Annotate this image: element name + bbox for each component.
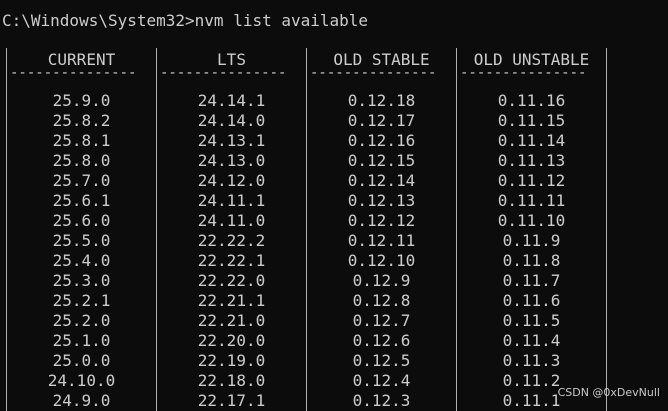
version-cell: 25.1.0 bbox=[52, 331, 111, 350]
version-cell: 0.12.14 bbox=[347, 171, 416, 190]
available-versions-table: CURRENT --------------- 25.9.0 25.8.2 25.8… bbox=[0, 48, 610, 411]
version-cell: 25.3.0 bbox=[52, 271, 111, 290]
version-cell: 0.11.6 bbox=[502, 291, 561, 310]
version-cell: 24.13.0 bbox=[197, 151, 266, 170]
version-cell: 0.11.16 bbox=[497, 91, 566, 110]
version-cell: 0.11.11 bbox=[497, 191, 566, 210]
version-cell: 24.11.0 bbox=[197, 211, 266, 230]
version-cell: 0.12.7 bbox=[352, 311, 411, 330]
version-cell: 0.12.17 bbox=[347, 111, 416, 130]
version-cell: 0.12.8 bbox=[352, 291, 411, 310]
column-header-separator: --------------- bbox=[10, 65, 137, 81]
version-cell: 25.2.0 bbox=[52, 311, 111, 330]
version-cell: 0.11.4 bbox=[502, 331, 561, 350]
version-cell: 25.6.1 bbox=[52, 191, 111, 210]
version-cell: 0.11.3 bbox=[502, 351, 561, 370]
version-cell: 0.12.13 bbox=[347, 191, 416, 210]
version-cell: 25.8.2 bbox=[52, 111, 111, 130]
version-cell: 22.18.0 bbox=[197, 371, 266, 390]
version-cell: 25.0.0 bbox=[52, 351, 111, 370]
version-cell: 0.11.10 bbox=[497, 211, 566, 230]
version-cell: 0.11.8 bbox=[502, 251, 561, 270]
version-cell: 0.12.11 bbox=[347, 231, 416, 250]
version-cell: 22.21.0 bbox=[197, 311, 266, 330]
column-old-unstable: OLD UNSTABLE --------------- 0.11.16 0.11… bbox=[457, 48, 606, 411]
version-cell: 0.12.6 bbox=[352, 331, 411, 350]
version-cell: 25.5.0 bbox=[52, 231, 111, 250]
version-cell: 0.11.9 bbox=[502, 231, 561, 250]
terminal-window[interactable]: C:\Windows\System32>nvm list available C… bbox=[0, 0, 668, 411]
version-cell: 0.12.10 bbox=[347, 251, 416, 270]
version-cell: 0.12.9 bbox=[352, 271, 411, 290]
column-old-stable: OLD STABLE --------------- 0.12.18 0.12.1… bbox=[307, 48, 456, 411]
version-cell: 0.11.5 bbox=[502, 311, 561, 330]
command-prompt-line: C:\Windows\System32>nvm list available bbox=[2, 11, 369, 30]
version-cell: 25.7.0 bbox=[52, 171, 111, 190]
version-cell: 22.17.1 bbox=[197, 391, 266, 410]
version-cell: 22.21.1 bbox=[197, 291, 266, 310]
version-cell: 0.12.12 bbox=[347, 211, 416, 230]
version-cell: 22.22.1 bbox=[197, 251, 266, 270]
version-cell: 0.12.18 bbox=[347, 91, 416, 110]
version-cell: 24.9.0 bbox=[52, 391, 111, 410]
version-cell: 24.13.1 bbox=[197, 131, 266, 150]
version-cell: 25.8.1 bbox=[52, 131, 111, 150]
column-header-separator: --------------- bbox=[310, 65, 437, 81]
column-lts: LTS --------------- 24.14.1 24.14.0 24.13.… bbox=[157, 48, 306, 411]
version-cell: 22.22.0 bbox=[197, 271, 266, 290]
version-cell: 25.4.0 bbox=[52, 251, 111, 270]
version-cell: 0.11.13 bbox=[497, 151, 566, 170]
version-cell: 22.20.0 bbox=[197, 331, 266, 350]
version-cell: 24.14.0 bbox=[197, 111, 266, 130]
version-cell: 24.11.1 bbox=[197, 191, 266, 210]
column-header-separator: --------------- bbox=[160, 65, 287, 81]
version-cell: 22.19.0 bbox=[197, 351, 266, 370]
version-cell: 0.12.5 bbox=[352, 351, 411, 370]
column-header-separator: --------------- bbox=[460, 65, 587, 81]
version-cell: 0.11.14 bbox=[497, 131, 566, 150]
column-current: CURRENT --------------- 25.9.0 25.8.2 25.8… bbox=[7, 48, 156, 411]
version-cell: 0.12.3 bbox=[352, 391, 411, 410]
version-cell: 25.6.0 bbox=[52, 211, 111, 230]
version-cell: 0.11.7 bbox=[502, 271, 561, 290]
csdn-watermark: CSDN @0xDevNull bbox=[557, 386, 660, 399]
version-cell: 25.2.1 bbox=[52, 291, 111, 310]
version-cell: 25.9.0 bbox=[52, 91, 111, 110]
table-border-right bbox=[606, 48, 607, 411]
version-cell: 0.11.15 bbox=[497, 111, 566, 130]
version-cell: 22.22.2 bbox=[197, 231, 266, 250]
version-cell: 24.10.0 bbox=[47, 371, 116, 390]
version-cell: 25.8.0 bbox=[52, 151, 111, 170]
version-cell: 0.12.4 bbox=[352, 371, 411, 390]
version-cell: 0.12.16 bbox=[347, 131, 416, 150]
version-cell: 24.14.1 bbox=[197, 91, 266, 110]
version-cell: 0.12.15 bbox=[347, 151, 416, 170]
version-cell: 0.11.12 bbox=[497, 171, 566, 190]
version-cell: 24.12.0 bbox=[197, 171, 266, 190]
